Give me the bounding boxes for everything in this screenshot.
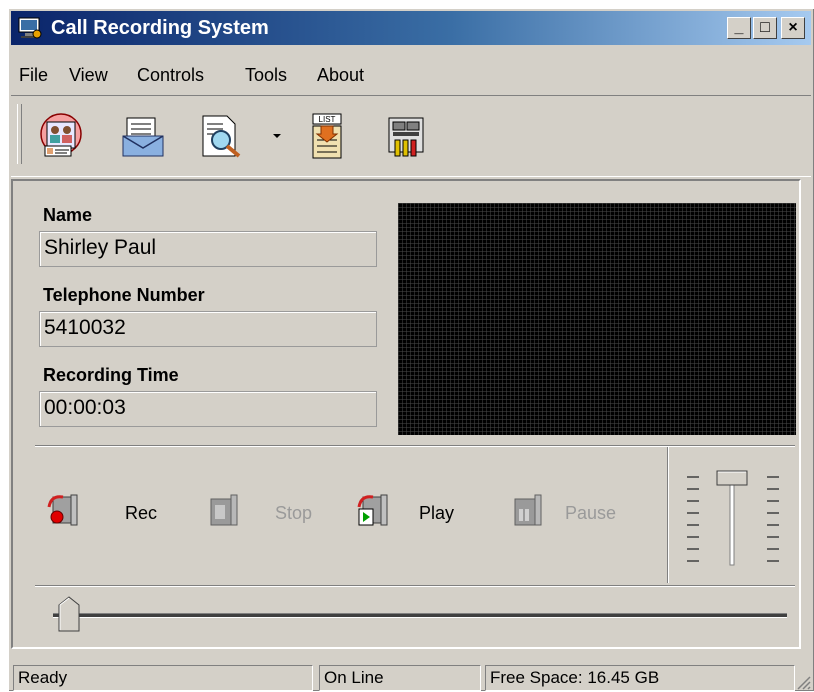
volume-slider[interactable]	[677, 461, 787, 571]
contacts-icon[interactable]	[37, 112, 85, 160]
separator	[35, 585, 795, 587]
separator	[35, 445, 795, 447]
status-bar: Ready On Line Free Space: 16.45 GB	[11, 662, 811, 692]
menu-controls[interactable]: Controls	[137, 65, 204, 86]
status-online: On Line	[319, 665, 481, 691]
menu-file[interactable]: File	[19, 65, 48, 86]
position-slider-track	[53, 613, 787, 618]
close-button[interactable]: ×	[781, 17, 805, 39]
menu-tools[interactable]: Tools	[245, 65, 287, 86]
recording-time-label: Recording Time	[43, 365, 179, 385]
waveform-display	[398, 203, 796, 435]
play-button[interactable]: Play	[419, 503, 454, 524]
app-window: Call Recording System _ □ × File View Co…	[8, 8, 814, 691]
pause-icon[interactable]	[509, 491, 543, 527]
resize-grip[interactable]	[795, 674, 811, 690]
stop-button[interactable]: Stop	[275, 503, 312, 524]
telephone-field: 5410032	[39, 311, 377, 347]
record-icon[interactable]	[45, 491, 79, 527]
status-free-space: Free Space: 16.45 GB	[485, 665, 795, 691]
window-title: Call Recording System	[51, 17, 269, 39]
toolbar-grip[interactable]	[17, 104, 22, 164]
search-dropdown-arrow[interactable]	[273, 134, 281, 138]
pause-button[interactable]: Pause	[565, 503, 616, 524]
list-icon[interactable]: LIST	[303, 112, 351, 160]
maximize-button[interactable]: □	[753, 17, 777, 39]
name-field: Shirley Paul	[39, 231, 377, 267]
app-icon	[18, 17, 42, 39]
volume-slider-graphic	[687, 470, 779, 566]
menu-bar: File View Controls Tools About	[11, 47, 811, 93]
search-icon[interactable]	[197, 112, 245, 160]
main-panel: Name Shirley Paul Telephone Number 54100…	[11, 179, 801, 649]
position-slider-thumb[interactable]	[57, 595, 81, 633]
mail-icon[interactable]	[119, 112, 167, 160]
minimize-button[interactable]: _	[727, 17, 751, 39]
rec-button[interactable]: Rec	[125, 503, 157, 524]
recording-time-field: 00:00:03	[39, 391, 377, 427]
status-ready: Ready	[13, 665, 313, 691]
menu-about[interactable]: About	[317, 65, 364, 86]
stop-icon[interactable]	[205, 491, 239, 527]
separator	[667, 447, 669, 583]
toolbar: LIST	[11, 95, 811, 177]
svg-text:LIST: LIST	[319, 115, 336, 124]
settings-tools-icon[interactable]	[383, 112, 431, 160]
play-icon[interactable]	[355, 491, 389, 527]
position-slider[interactable]	[53, 595, 787, 635]
menu-view[interactable]: View	[69, 65, 108, 86]
title-bar[interactable]: Call Recording System _ □ ×	[11, 11, 811, 45]
telephone-label: Telephone Number	[43, 285, 205, 305]
name-label: Name	[43, 205, 93, 225]
